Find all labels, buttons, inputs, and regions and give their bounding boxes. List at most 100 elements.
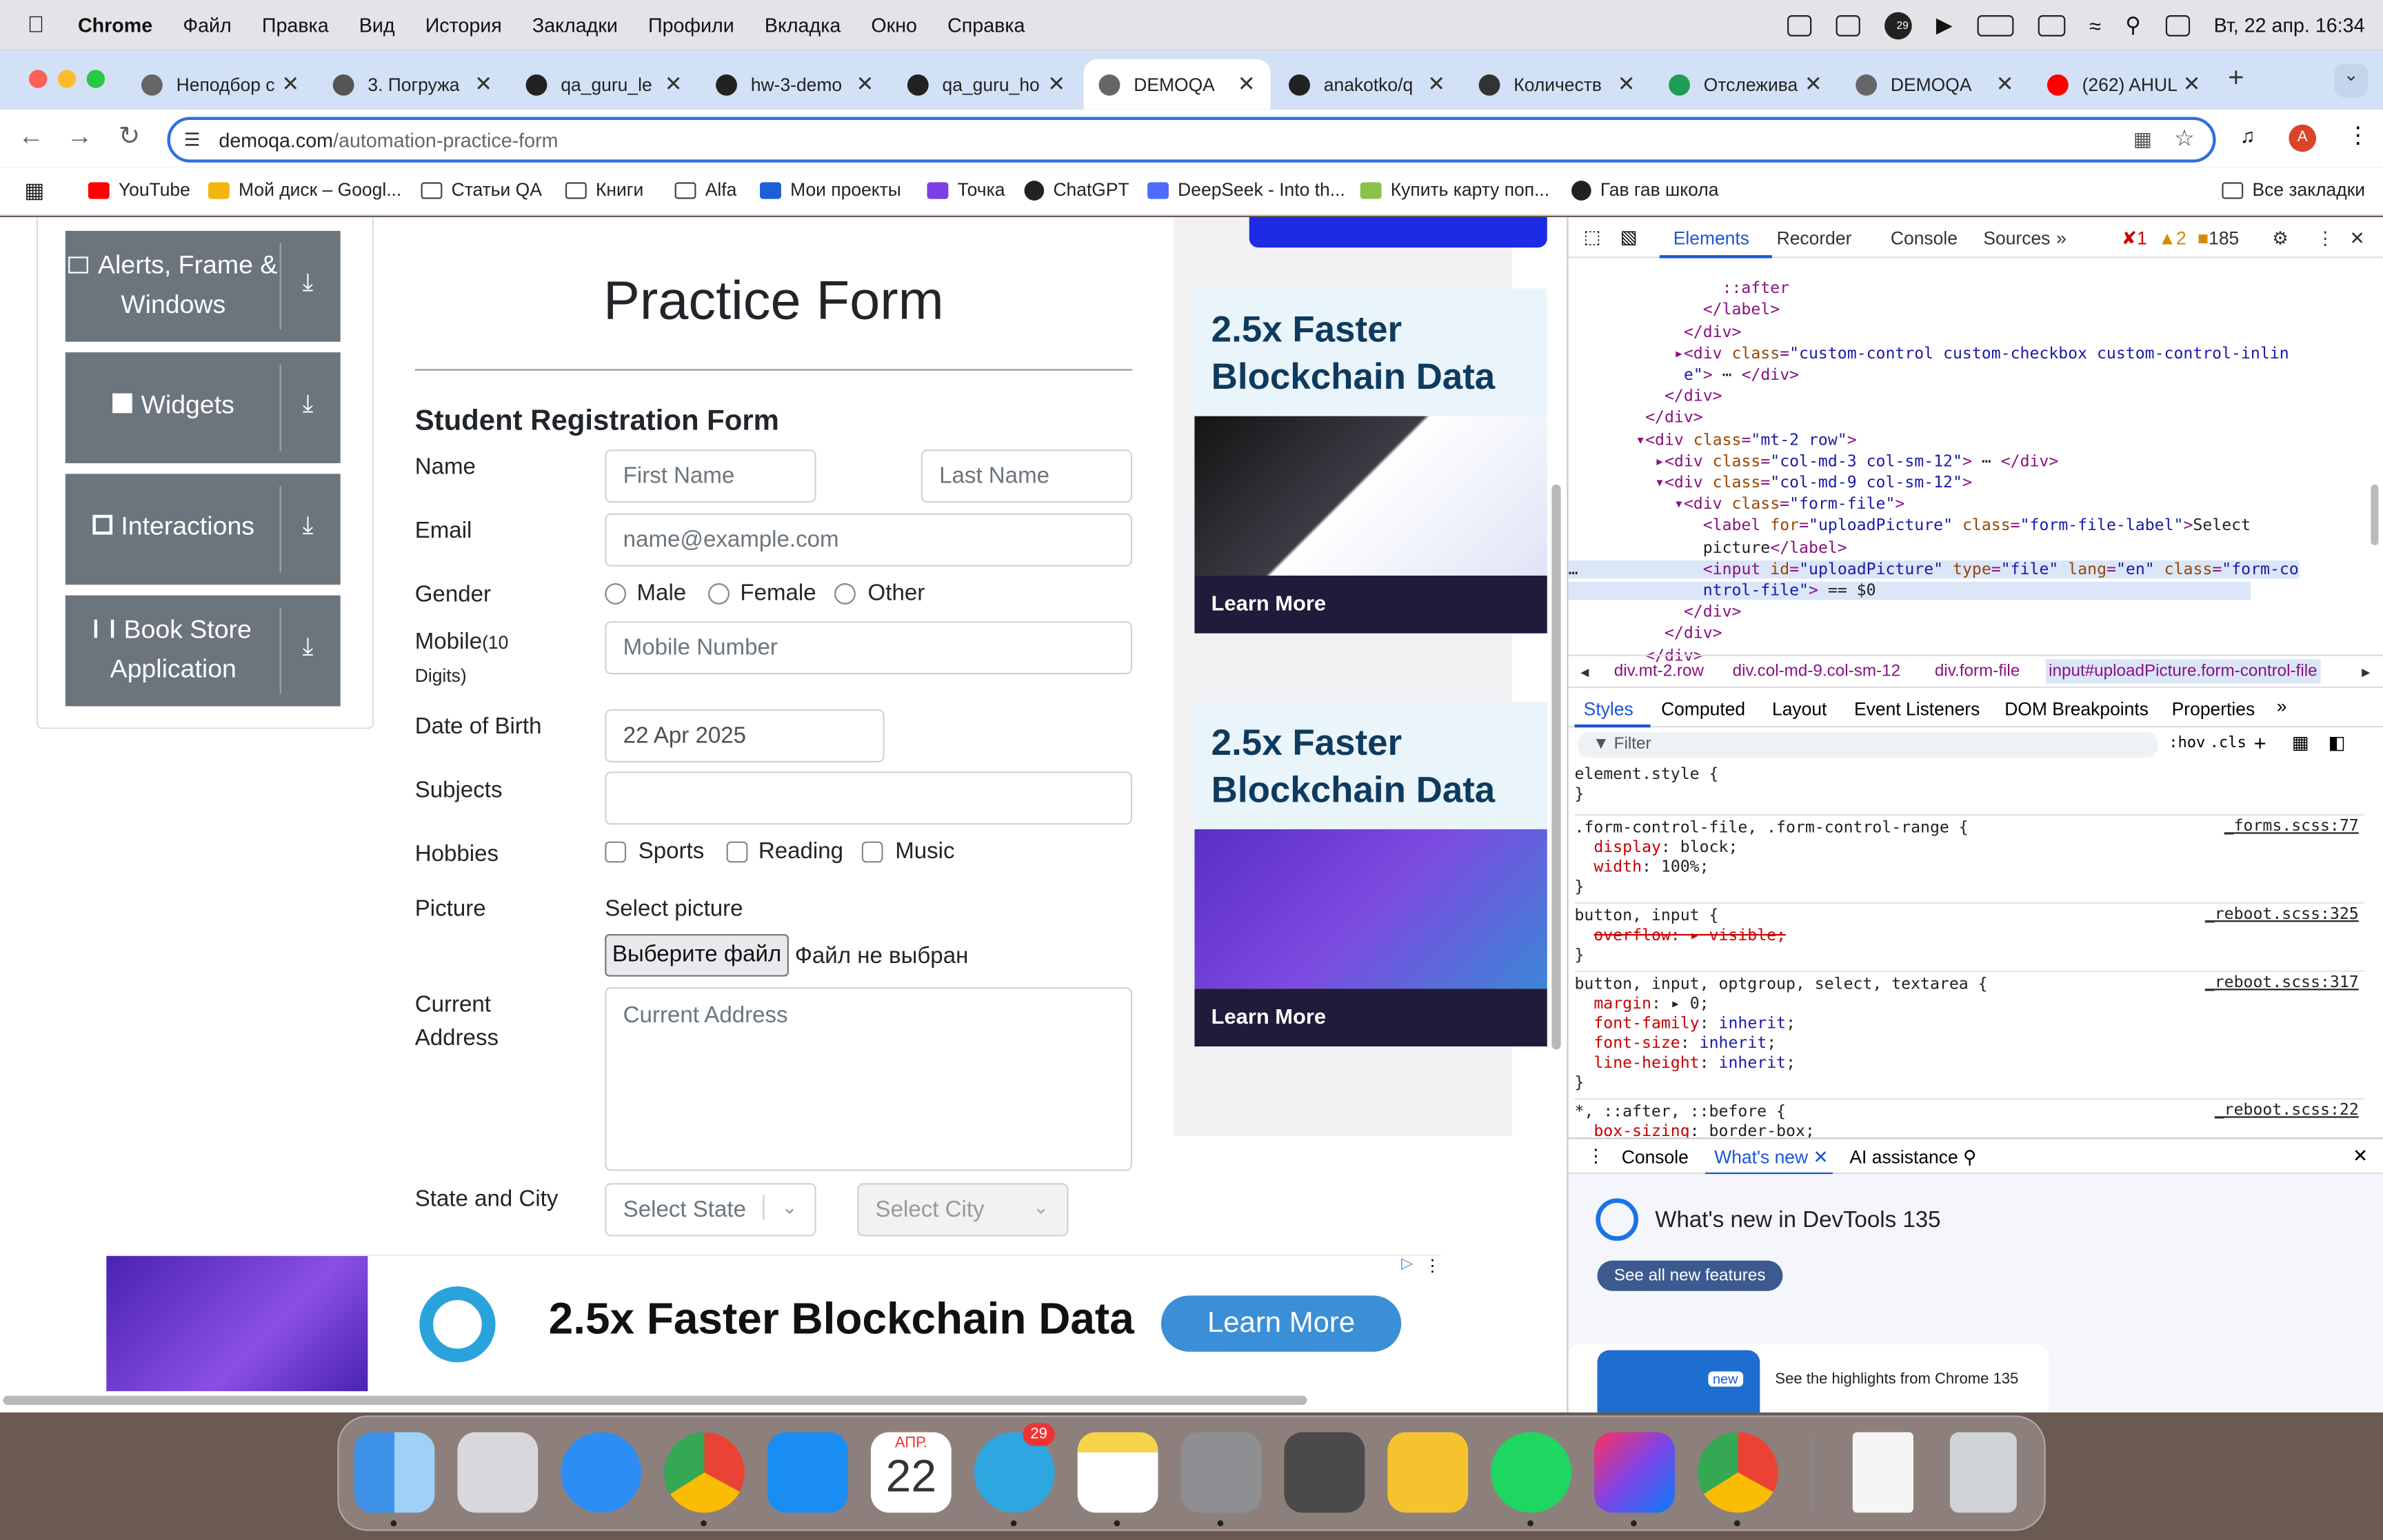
chrome-icon[interactable] <box>664 1432 745 1513</box>
bookmark-alfa[interactable]: Alfa <box>674 179 736 201</box>
media-icon[interactable]: ♫ <box>2240 125 2255 148</box>
notes-icon[interactable] <box>1077 1432 1158 1513</box>
notification-icon[interactable]: 29 <box>1884 11 1912 39</box>
download-icon[interactable]: ⤓ <box>303 635 314 662</box>
menu-profiles[interactable]: Профили <box>648 14 734 37</box>
drawer-menu-icon[interactable]: ⋮ <box>1587 1145 1605 1166</box>
close-tab-icon[interactable]: ✕ <box>1618 72 1636 97</box>
ad-learn-more[interactable]: Learn More <box>1194 989 1547 1047</box>
browser-tab[interactable]: (262) AHUL ✕ <box>2032 59 2216 110</box>
sidebar-item-interactions[interactable]: Interactions ⤓ <box>65 474 341 585</box>
computed-toggle-icon[interactable]: ▦ <box>2292 732 2309 753</box>
close-tab-icon[interactable]: ✕ <box>1996 72 2014 97</box>
css-source-link[interactable]: _reboot.scss:317 <box>2205 973 2359 991</box>
ad-card[interactable]: 2.5x Faster Blockchain Data Learn More <box>1194 701 1547 1047</box>
breadcrumb[interactable]: div.form-file <box>1935 662 2020 680</box>
minimize-window-button[interactable] <box>57 70 77 88</box>
close-drawer-icon[interactable]: ✕ <box>2353 1145 2368 1166</box>
breadcrumb-next-icon[interactable]: ▸ <box>2362 662 2370 682</box>
close-tab-icon[interactable]: ✕ <box>1813 1146 1828 1168</box>
css-source-link[interactable]: _forms.scss:77 <box>2224 817 2359 835</box>
tab-event-listeners[interactable]: Event Listeners <box>1854 698 1980 720</box>
new-rule-icon[interactable]: + <box>2254 731 2266 755</box>
city-select[interactable]: Select City ⌄ <box>857 1183 1069 1237</box>
tab-styles[interactable]: Styles <box>1584 698 1633 720</box>
devtools-menu-icon[interactable]: ⋮ <box>2316 227 2334 249</box>
state-select[interactable]: Select State ⌄ <box>605 1183 816 1237</box>
cube-icon[interactable] <box>1836 14 1860 36</box>
current-address-textarea[interactable]: Current Address <box>605 987 1133 1171</box>
menu-kebab-icon[interactable]: ⋮ <box>2346 121 2369 148</box>
tab-console[interactable]: Console <box>1891 227 1958 249</box>
settings-gear-icon[interactable]: ⚙ <box>2272 227 2289 249</box>
all-bookmarks[interactable]: Все закладки <box>2222 179 2365 201</box>
warning-count[interactable]: ▲2 <box>2158 227 2186 249</box>
css-source-link[interactable]: _reboot.scss:325 <box>2205 905 2359 923</box>
hov-toggle[interactable]: :hov <box>2169 735 2205 751</box>
browser-tab[interactable]: Количеств ✕ <box>1464 59 1651 110</box>
intellij-icon[interactable] <box>1594 1432 1675 1513</box>
highlights-card[interactable]: new See the highlights from Chrome 135 <box>1568 1344 2049 1412</box>
close-tab-icon[interactable]: ✕ <box>856 72 874 97</box>
close-tab-icon[interactable]: ✕ <box>665 72 683 97</box>
download-icon[interactable]: ⤓ <box>303 514 314 541</box>
browser-tab[interactable]: Неподбор с ✕ <box>126 59 314 110</box>
ad-card[interactable]: 2.5x Faster Blockchain Data Learn More <box>1194 288 1547 634</box>
close-tab-icon[interactable]: ✕ <box>1238 72 1256 97</box>
star-icon[interactable]: ☆ <box>2174 125 2195 152</box>
launchpad-icon[interactable] <box>457 1432 539 1513</box>
menu-help[interactable]: Справка <box>947 14 1025 37</box>
calendar-icon[interactable]: АПР. 22 <box>870 1432 952 1513</box>
breadcrumb[interactable]: div.mt-2.row <box>1614 662 1704 680</box>
keyboard-layout-icon[interactable] <box>2038 14 2065 36</box>
css-source-link[interactable]: _reboot.scss:22 <box>2215 1101 2359 1119</box>
play-icon[interactable]: ▶ <box>1936 12 1953 38</box>
search-icon[interactable]: ⚲ <box>2125 12 2141 38</box>
bookmark-buy-card[interactable]: Купить карту поп... <box>1360 179 1549 201</box>
drawer-tab-ai[interactable]: AI assistance ⚲ <box>1849 1146 1976 1168</box>
browser-tab[interactable]: anakotko/q ✕ <box>1274 59 1460 110</box>
back-icon[interactable]: ← <box>18 121 43 152</box>
browser-tab[interactable]: qa_guru_ho ✕ <box>892 59 1080 110</box>
choose-file-button[interactable]: Выберите файл <box>605 933 789 977</box>
app-store-icon[interactable] <box>767 1432 848 1513</box>
bookmark-school[interactable]: Гав гав школа <box>1571 179 1718 201</box>
sidebar-item-bookstore[interactable]: Book Store Application ⤓ <box>65 595 341 707</box>
ad-learn-more[interactable]: Learn More <box>1194 576 1547 634</box>
chrome-icon[interactable] <box>1697 1432 1778 1513</box>
tab-elements[interactable]: Elements <box>1673 227 1749 249</box>
breadcrumb[interactable]: div.col-md-9.col-sm-12 <box>1733 662 1900 680</box>
close-tab-icon[interactable]: ✕ <box>2183 72 2201 97</box>
clock[interactable]: Вт, 22 апр. 16:34 <box>2214 14 2365 37</box>
browser-tab[interactable]: hw-3-demo ✕ <box>701 59 889 110</box>
gender-male-radio[interactable] <box>605 583 627 605</box>
sidebar-item-widgets[interactable]: Widgets ⤓ <box>65 352 341 463</box>
hobby-music-checkbox[interactable] <box>861 841 883 863</box>
error-count[interactable]: ✘1 <box>2122 227 2147 249</box>
bookmark-deepseek[interactable]: DeepSeek - Into th... <box>1147 179 1345 201</box>
bottom-ad-banner[interactable]: 2.5x Faster Blockchain Data Learn More ▷… <box>106 1254 1441 1392</box>
close-tab-icon[interactable]: ✕ <box>1427 72 1445 97</box>
browser-tab[interactable]: Отслежива ✕ <box>1653 59 1838 110</box>
vertical-scrollbar[interactable] <box>1551 484 1561 1050</box>
more-tabs-icon[interactable]: » <box>2056 227 2067 249</box>
new-tab-button[interactable]: + <box>2228 62 2244 94</box>
reload-icon[interactable]: ↻ <box>119 121 140 152</box>
tab-search-button[interactable]: ⌄ <box>2334 63 2368 98</box>
apple-icon[interactable]:  <box>28 12 45 38</box>
wifi-icon[interactable]: ≈ <box>2089 13 2101 37</box>
battery-icon[interactable] <box>1976 14 2013 36</box>
site-info-icon[interactable]: ☰ <box>184 129 201 150</box>
gender-female-radio[interactable] <box>708 583 730 605</box>
devtools-scrollbar[interactable] <box>2371 484 2379 545</box>
first-name-input[interactable]: First Name <box>605 449 816 503</box>
download-icon[interactable]: ⤓ <box>303 392 314 419</box>
see-all-features-button[interactable]: See all new features <box>1597 1260 1782 1291</box>
tab-properties[interactable]: Properties <box>2172 698 2255 720</box>
sidebar-item-alerts[interactable]: Alerts, Frame & Windows ⤓ <box>65 230 341 342</box>
bookmark-books[interactable]: Книги <box>565 179 643 201</box>
close-tab-icon[interactable]: ✕ <box>474 72 492 97</box>
trash-icon[interactable] <box>1949 1432 2017 1513</box>
dob-input[interactable]: 22 Apr 2025 <box>605 709 885 763</box>
breadcrumb-active[interactable]: input#uploadPicture.form-control-file <box>2045 659 2321 684</box>
